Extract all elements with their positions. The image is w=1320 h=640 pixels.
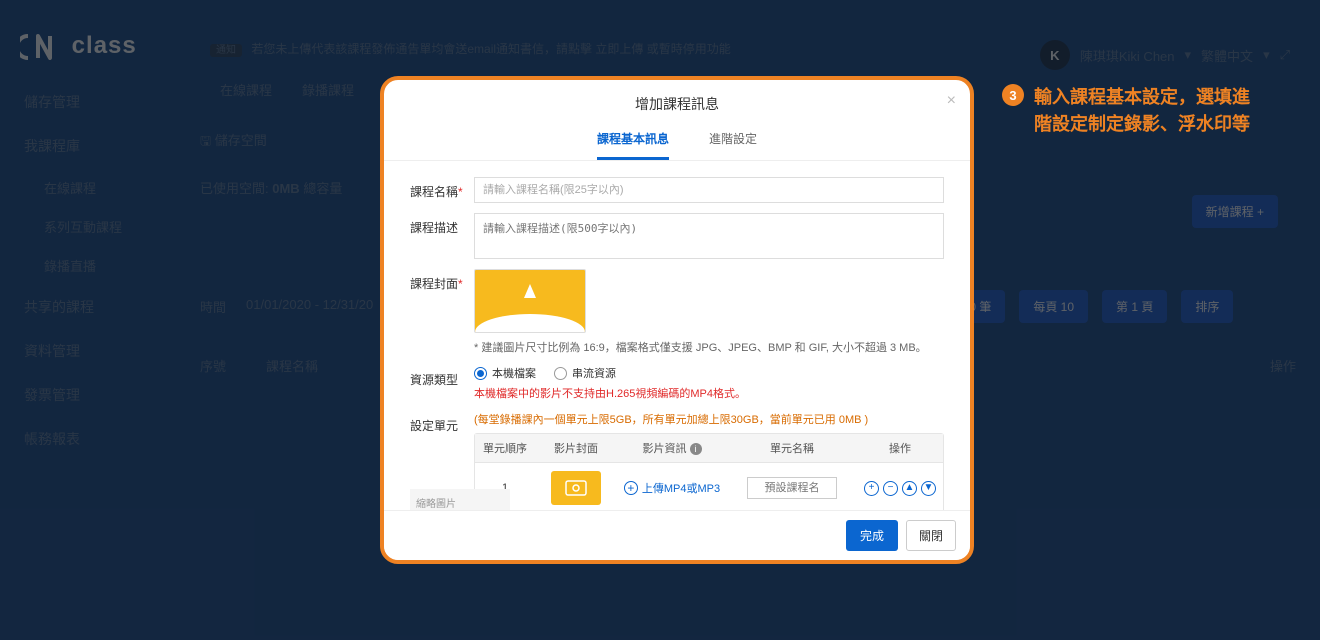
cloud-shape (475, 314, 585, 332)
tab-basic-info[interactable]: 課程基本訊息 (597, 124, 669, 160)
unit-limit-note: (每堂錄播課內一個單元上限5GB，所有單元加總上限30GB，當前單元已用 0MB… (474, 411, 944, 427)
unit-table: 單元順序 影片封面 影片資訊i 單元名稱 操作 1 +上傳MP4或MP3 (474, 433, 944, 514)
remove-icon[interactable]: − (883, 481, 898, 496)
radio-local-file[interactable]: 本機檔案 (474, 365, 536, 381)
radio-stream[interactable]: 串流資源 (554, 365, 616, 381)
close-icon[interactable]: × (947, 92, 956, 110)
unit-thumb[interactable] (551, 471, 601, 505)
uth-cover: 影片封面 (535, 434, 617, 462)
upload-button[interactable]: +上傳MP4或MP3 (624, 480, 720, 496)
label-course-desc: 課程描述 (410, 213, 474, 236)
course-name-input[interactable] (474, 177, 944, 203)
label-set-unit: 設定單元 (410, 411, 474, 434)
label-course-cover: 課程封面* (410, 269, 474, 292)
add-course-modal: 增加課程訊息 × 課程基本訊息 進階設定 課程名稱* 課程描述 課程封面* * … (380, 76, 974, 564)
unit-name-input[interactable] (747, 477, 837, 499)
done-button[interactable]: 完成 (846, 520, 898, 551)
cover-note: * 建議圖片尺寸比例為 16:9，檔案格式僅支援 JPG、JPEG、BMP 和 … (474, 339, 927, 355)
modal-footer: 完成 關閉 (384, 510, 970, 560)
instruction-callout: 3 輸入課程基本設定，選填進階設定制定錄影、浮水印等 (1002, 84, 1264, 138)
close-button[interactable]: 關閉 (906, 520, 956, 551)
info-icon[interactable]: i (690, 443, 702, 455)
callout-text: 輸入課程基本設定，選填進階設定制定錄影、浮水印等 (1034, 84, 1264, 138)
step-badge: 3 (1002, 84, 1024, 106)
modal-tabs: 課程基本訊息 進階設定 (384, 124, 970, 161)
uth-ops: 操作 (857, 434, 943, 462)
table-row: 1 +上傳MP4或MP3 + − ▲ ▼ (475, 463, 943, 513)
course-desc-input[interactable] (474, 213, 944, 259)
uth-info: 影片資訊i (617, 434, 727, 462)
modal-header: 增加課程訊息 × (384, 80, 970, 124)
move-down-icon[interactable]: ▼ (921, 481, 936, 496)
label-resource-type: 資源類型 (410, 365, 474, 388)
modal-body: 課程名稱* 課程描述 課程封面* * 建議圖片尺寸比例為 16:9，檔案格式僅支… (384, 161, 970, 517)
resource-warning: 本機檔案中的影片不支持由H.265視頻編碼的MP4格式。 (474, 385, 944, 401)
cover-preview[interactable] (474, 269, 586, 333)
rocket-icon (524, 284, 536, 298)
tab-advanced[interactable]: 進階設定 (709, 124, 757, 160)
add-icon[interactable]: + (864, 481, 879, 496)
uth-seq: 單元順序 (475, 434, 535, 462)
label-course-name: 課程名稱* (410, 177, 474, 200)
move-up-icon[interactable]: ▲ (902, 481, 917, 496)
uth-name: 單元名稱 (727, 434, 857, 462)
modal-title: 增加課程訊息 (635, 96, 719, 112)
